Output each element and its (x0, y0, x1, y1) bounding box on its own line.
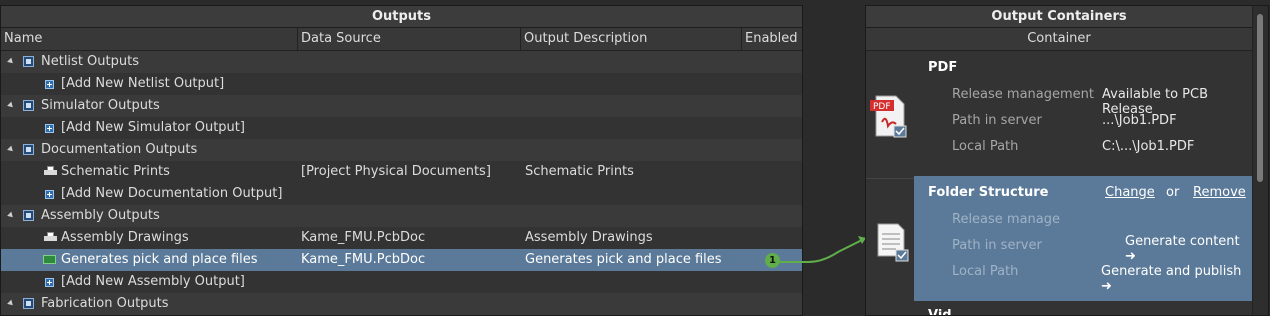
group-row-simulator[interactable]: Simulator Outputs (1, 95, 802, 117)
prop-label-local-path: Local Path (952, 139, 1019, 154)
group-name: Fabrication Outputs (41, 296, 169, 311)
group-name: Documentation Outputs (41, 142, 198, 157)
expand-triangle-icon[interactable] (7, 57, 15, 66)
output-data-source: Kame_FMU.PcbDoc (301, 252, 426, 267)
group-row-netlist[interactable]: Netlist Outputs (1, 51, 802, 73)
add-output-row-documentation[interactable]: [Add New Documentation Output] (1, 183, 802, 205)
output-group-icon (23, 144, 34, 155)
expand-triangle-icon[interactable] (7, 145, 15, 154)
group-row-documentation[interactable]: Documentation Outputs (1, 139, 802, 161)
printer-icon (44, 166, 57, 177)
expand-triangle-icon[interactable] (7, 299, 15, 308)
output-containers-panel: Output Containers Container PDF PDF Rele… (865, 5, 1269, 316)
column-data-source-header[interactable]: Data Source (297, 28, 523, 50)
outputs-column-header: Name Data Source Output Description Enab… (1, 28, 802, 51)
add-output-label[interactable]: [Add New Simulator Output] (61, 117, 245, 139)
expand-triangle-icon[interactable] (7, 101, 15, 110)
add-output-row-simulator[interactable]: [Add New Simulator Output] (1, 117, 802, 139)
generate-publish-label: Generate and publish (1101, 264, 1242, 279)
output-name: Assembly Drawings (61, 230, 189, 245)
output-group-icon (23, 56, 34, 67)
prop-label-release: Release management (952, 87, 1095, 102)
output-row-pick-and-place[interactable]: Generates pick and place files Kame_FMU.… (1, 249, 802, 271)
output-row-schematic-prints[interactable]: Schematic Prints [Project Physical Docum… (1, 161, 802, 183)
change-link[interactable]: Change (1105, 185, 1155, 200)
output-name: Generates pick and place files (61, 252, 258, 267)
add-plus-icon (45, 80, 54, 89)
remove-link[interactable]: Remove (1193, 185, 1246, 200)
group-name: Netlist Outputs (41, 54, 139, 69)
output-data-source: Kame_FMU.PcbDoc (301, 230, 426, 245)
add-plus-icon (45, 190, 54, 199)
group-name: Simulator Outputs (41, 98, 160, 113)
group-row-fabrication[interactable]: Fabrication Outputs (1, 293, 802, 315)
scrollbar-thumb[interactable] (1257, 14, 1263, 182)
group-row-assembly[interactable]: Assembly Outputs (1, 205, 802, 227)
prop-value-local-path: C:\...\Job1.PDF (1102, 139, 1195, 154)
column-enabled-header[interactable]: Enabled (741, 28, 802, 50)
generate-content-label: Generate content (1125, 234, 1240, 249)
arrow-right-icon: ➜ (1101, 279, 1112, 294)
arrow-right-icon: ➜ (1125, 249, 1136, 264)
prop-label-release: Release manage (952, 212, 1061, 227)
svg-text:PDF: PDF (873, 102, 891, 112)
output-data-source: [Project Physical Documents] (301, 164, 491, 179)
add-output-label[interactable]: [Add New Netlist Output] (61, 73, 224, 95)
next-container-title: Vid (928, 308, 952, 316)
add-output-label[interactable]: [Add New Assembly Output] (61, 271, 245, 293)
printer-icon (44, 232, 57, 243)
folder-structure-container[interactable]: Folder Structure Change or Remove Releas… (914, 176, 1252, 301)
generate-content-button[interactable]: Generate content ➜ (1125, 234, 1252, 264)
output-group-icon (23, 210, 34, 221)
expand-triangle-icon[interactable] (7, 211, 15, 220)
or-text: or (1166, 185, 1180, 200)
output-description: Schematic Prints (525, 164, 634, 179)
prop-value-path-server: ...\Job1.PDF (1102, 113, 1177, 128)
output-group-icon (23, 100, 34, 111)
output-row-assembly-drawings[interactable]: Assembly Drawings Kame_FMU.PcbDoc Assemb… (1, 227, 802, 249)
add-output-row-netlist[interactable]: [Add New Netlist Output] (1, 73, 802, 95)
pdf-file-icon: PDF (870, 94, 908, 140)
add-plus-icon (45, 278, 54, 287)
pcb-chip-icon (43, 255, 56, 264)
add-plus-icon (45, 124, 54, 133)
outputs-panel-title: Outputs (1, 6, 802, 28)
prop-label-local-path: Local Path (952, 264, 1019, 279)
group-name: Assembly Outputs (41, 208, 160, 223)
output-group-icon (23, 298, 34, 309)
container-separator (866, 178, 914, 179)
output-description: Generates pick and place files (525, 252, 722, 267)
connection-line (780, 236, 867, 263)
generate-and-publish-button[interactable]: Generate and publish ➜ (1101, 264, 1252, 294)
pdf-container-title: PDF (928, 60, 958, 75)
prop-label-path-server: Path in server (952, 238, 1042, 253)
prop-label-path-server: Path in server (952, 113, 1042, 128)
add-output-row-assembly[interactable]: [Add New Assembly Output] (1, 271, 802, 293)
column-name-header[interactable]: Name (1, 28, 299, 50)
output-description: Assembly Drawings (525, 230, 653, 245)
column-output-description-header[interactable]: Output Description (520, 28, 744, 50)
pdf-container[interactable]: PDF PDF Release management Available to … (866, 6, 1252, 176)
output-name: Schematic Prints (61, 164, 170, 179)
outputs-panel: Outputs Name Data Source Output Descript… (0, 5, 803, 316)
add-output-label[interactable]: [Add New Documentation Output] (61, 183, 282, 205)
document-icon (876, 222, 910, 262)
folder-structure-title: Folder Structure (928, 185, 1049, 200)
vertical-scrollbar[interactable] (1252, 6, 1268, 315)
